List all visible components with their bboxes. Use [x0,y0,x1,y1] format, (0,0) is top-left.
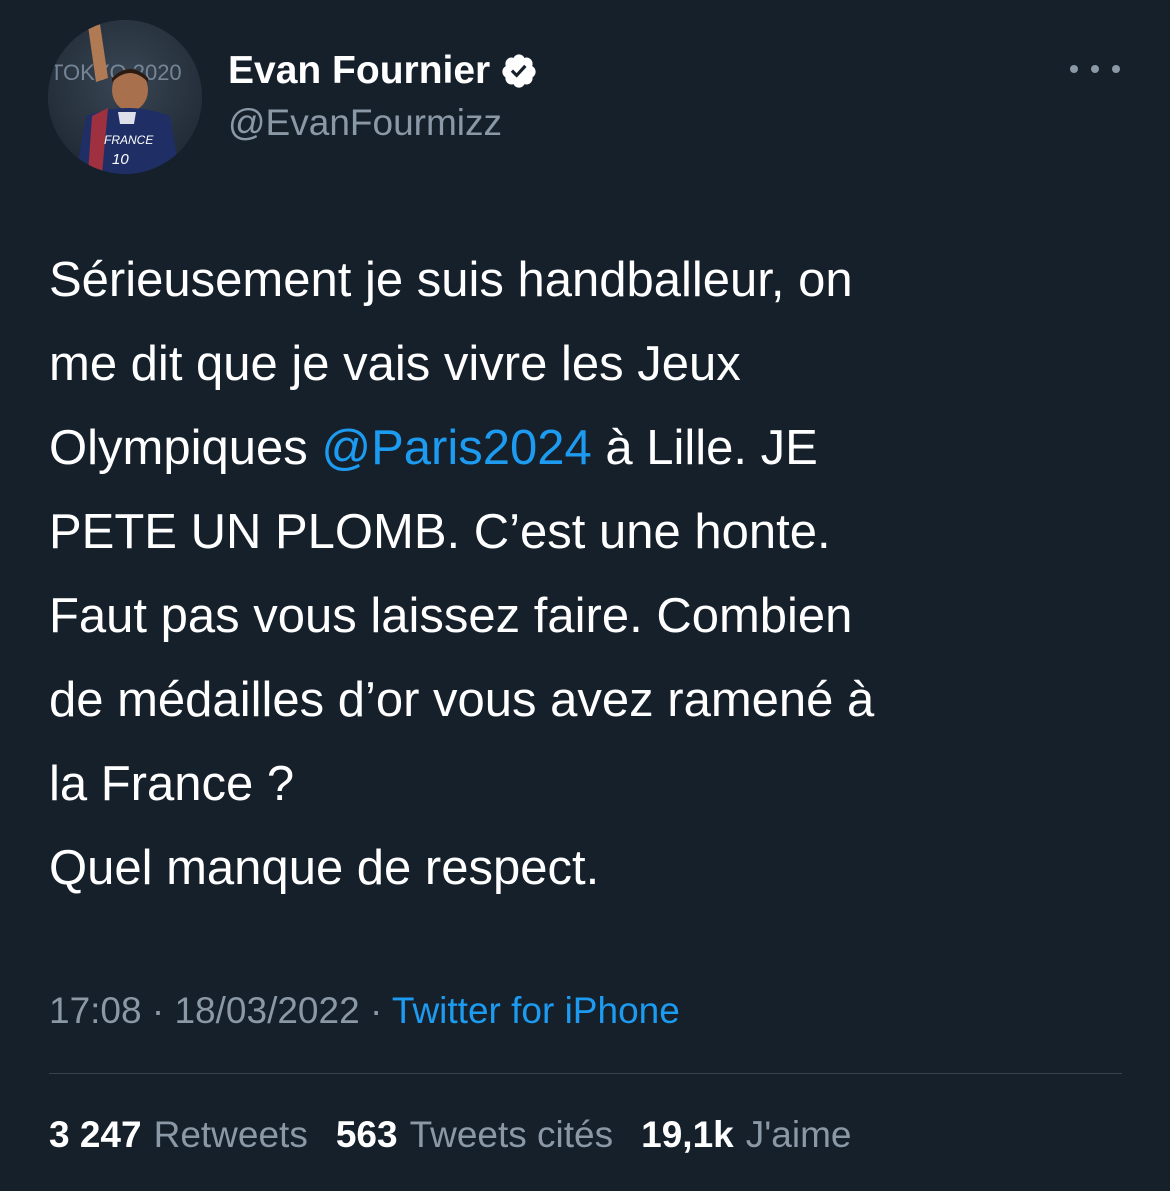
retweets-count: 3 247 [49,1114,142,1155]
dot [1112,65,1120,73]
avatar-jersey-number: 10 [112,151,129,168]
tweet-card: TOKYO 2020 FRANCE 10 Evan Fournier @Evan… [0,0,1170,1191]
quote-tweets-label: Tweets cités [409,1114,614,1155]
tweet-meta: 17:08 · 18/03/2022 · Twitter for iPhone [49,983,680,1039]
avatar-jersey-country: FRANCE [104,133,154,147]
tweet-time[interactable]: 17:08 [49,990,142,1031]
dot [1070,65,1078,73]
avatar[interactable]: TOKYO 2020 FRANCE 10 [48,20,202,174]
tweet-text-line: Sérieusement je suis handballeur, on [49,253,853,307]
likes-stat[interactable]: 19,1k J'aime [641,1108,851,1162]
tweet-text-line: Olympiques @Paris2024 à Lille. JE [49,406,1134,490]
author-display-name[interactable]: Evan Fournier [228,44,490,98]
tweet-text-line: Faut pas vous laissez faire. Combien [49,589,853,643]
avatar-photo: TOKYO 2020 FRANCE 10 [48,20,202,174]
tweet-text-line: PETE UN PLOMB. C’est une honte. [49,505,831,559]
tweet-text-line: de médailles d’or vous avez ramené à [49,673,875,727]
meta-separator: · [141,990,175,1031]
tweet-text-line: la France ? [49,757,295,811]
tweet-text-segment: Olympiques [49,421,322,475]
quote-tweets-stat[interactable]: 563 Tweets cités [336,1108,613,1162]
tweet-text-segment: à Lille. JE [591,421,818,475]
author-name-row[interactable]: Evan Fournier [228,44,538,98]
tweet-stats: 3 247 Retweets 563 Tweets cités 19,1k J'… [49,1108,880,1162]
likes-label: J'aime [745,1114,852,1155]
verified-badge-icon [500,52,538,90]
more-options-icon[interactable] [1070,54,1120,84]
tweet-text: Sérieusement je suis handballeur, on me … [49,238,1134,910]
author-handle[interactable]: @EvanFourmizz [228,98,502,148]
tweet-source-link[interactable]: Twitter for iPhone [392,990,680,1031]
tweet-text-line: me dit que je vais vivre les Jeux [49,337,741,391]
retweets-label: Retweets [153,1114,308,1155]
dot [1091,65,1099,73]
mention-link[interactable]: @Paris2024 [321,421,591,475]
retweets-stat[interactable]: 3 247 Retweets [49,1108,308,1162]
tweet-text-line: Quel manque de respect. [49,841,600,895]
tweet-date[interactable]: 18/03/2022 [174,990,359,1031]
quote-tweets-count: 563 [335,1114,398,1155]
likes-count: 19,1k [641,1114,734,1155]
meta-separator: · [359,990,392,1031]
divider [49,1073,1122,1074]
